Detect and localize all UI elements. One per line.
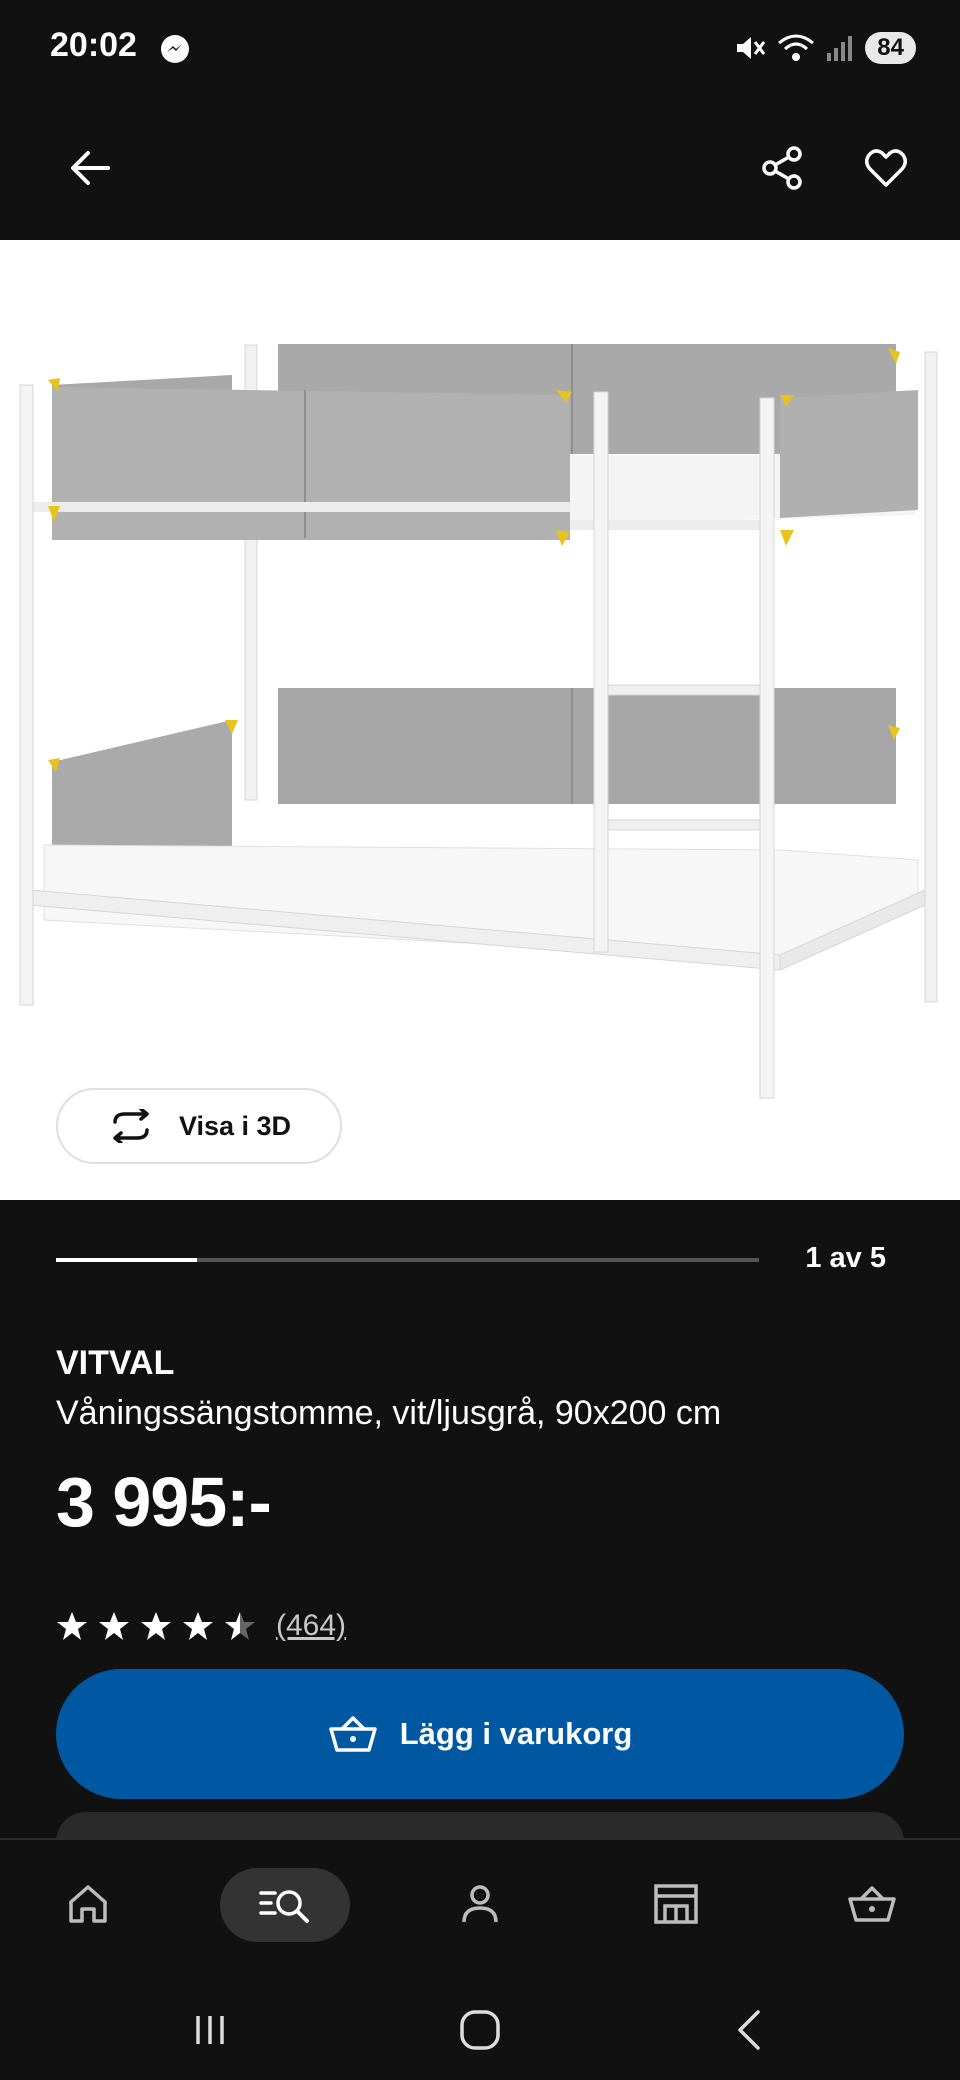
cart-icon — [328, 1716, 377, 1752]
messenger-icon — [161, 35, 189, 63]
star-icon — [183, 1612, 213, 1640]
system-back-button[interactable] — [720, 2000, 780, 2060]
cart-icon — [848, 1886, 896, 1922]
home-button[interactable] — [450, 2000, 510, 2060]
recent-apps-icon — [196, 2016, 224, 2044]
share-icon — [762, 146, 802, 190]
product-name: VITVAL — [56, 1344, 175, 1382]
home-icon — [69, 1885, 107, 1923]
nav-cart[interactable] — [832, 1868, 912, 1940]
status-time: 20:02 — [50, 26, 137, 64]
star-icon — [141, 1612, 171, 1640]
store-icon — [654, 1884, 698, 1924]
add-to-cart-label: Lägg i varukorg — [399, 1716, 633, 1751]
status-bar: 20:02 84 — [0, 0, 960, 96]
search-icon — [259, 1890, 309, 1923]
rotate-3d-icon — [113, 1109, 149, 1143]
carousel-progress-fill — [56, 1258, 197, 1262]
nav-store[interactable] — [636, 1868, 716, 1940]
back-arrow-icon — [71, 151, 110, 185]
product-price: 3 995:- — [56, 1463, 272, 1541]
signal-icon — [827, 36, 853, 61]
chevron-left-icon — [738, 2010, 760, 2050]
back-button[interactable] — [60, 138, 120, 198]
nav-profile[interactable] — [440, 1868, 520, 1940]
system-navigation-bar — [0, 1970, 960, 2080]
rating-stars — [56, 1610, 256, 1642]
page-indicator: 1 av 5 — [805, 1242, 886, 1274]
home-circle-icon — [460, 2010, 500, 2050]
bunk-bed-image — [19, 344, 938, 1099]
heart-icon — [865, 149, 907, 187]
share-button[interactable] — [752, 138, 812, 198]
nav-home[interactable] — [48, 1868, 128, 1940]
review-count-link[interactable]: (464) — [276, 1609, 346, 1643]
star-icon — [99, 1612, 129, 1640]
bottom-navigation — [0, 1838, 960, 1970]
mute-icon — [737, 37, 766, 59]
product-description: Våningssängstomme, vit/ljusgrå, 90x200 c… — [56, 1394, 722, 1432]
nav-search[interactable] — [220, 1868, 350, 1942]
star-icon — [57, 1612, 87, 1640]
wifi-icon — [778, 34, 815, 61]
status-icons: 84 — [733, 30, 916, 66]
favorite-button[interactable] — [856, 138, 916, 198]
profile-icon — [462, 1885, 498, 1923]
carousel-progress-bar — [56, 1258, 759, 1262]
view-3d-label: Visa i 3D — [178, 1110, 292, 1141]
add-to-cart-button[interactable]: Lägg i varukorg — [56, 1669, 904, 1799]
battery-indicator: 84 — [865, 32, 916, 64]
view-3d-button[interactable]: Visa i 3D — [56, 1088, 342, 1164]
app-top-bar — [0, 96, 960, 240]
recent-apps-button[interactable] — [180, 2000, 240, 2060]
star-icon — [225, 1612, 255, 1640]
product-image-carousel[interactable]: Visa i 3D — [0, 240, 960, 1200]
product-rating[interactable]: (464) — [56, 1606, 346, 1646]
